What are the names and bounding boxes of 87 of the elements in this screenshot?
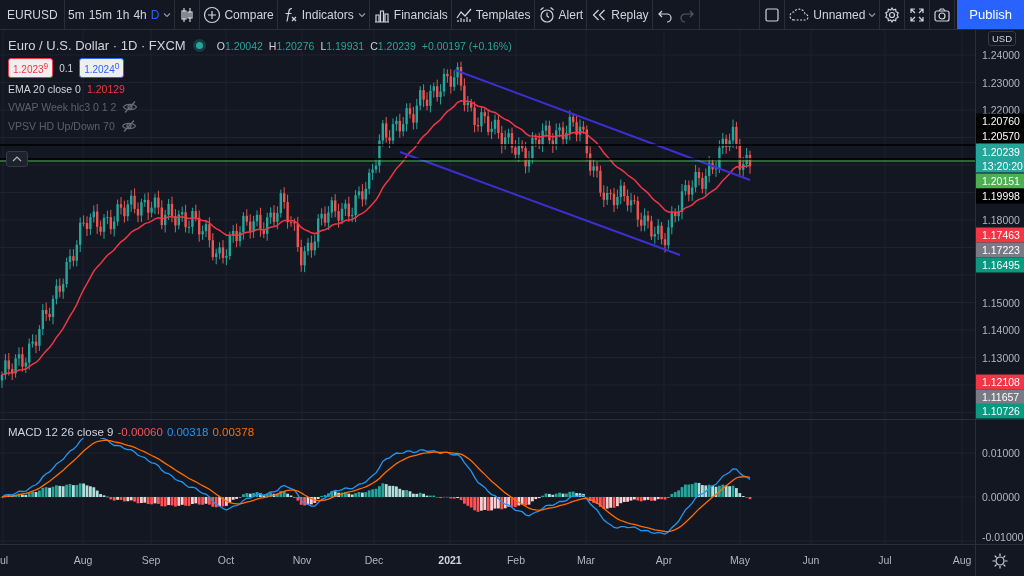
toolbar-button[interactable]: Indicators xyxy=(278,2,356,27)
price-label: 1.11657 xyxy=(976,389,1024,405)
market-status-icon xyxy=(195,42,203,49)
caret-icon xyxy=(868,11,877,18)
price-label: 1.20570 xyxy=(976,128,1024,144)
interval-button[interactable]: 15m xyxy=(86,4,114,25)
caret-icon xyxy=(357,11,366,18)
time-axis-label: Feb xyxy=(506,554,526,566)
caret-icon xyxy=(163,11,172,18)
buy-price-button[interactable]: 1.2024$^{0}$ xyxy=(79,58,125,79)
price-tick-label: 1.22000 xyxy=(982,104,1020,116)
study-value: 0.00378 xyxy=(212,426,255,438)
time-axis-label: Dec xyxy=(364,554,384,566)
time-axis-label: Jun xyxy=(802,554,820,566)
price-tick-label: 1.15000 xyxy=(982,296,1020,309)
macd-tick-label: 0.01000 xyxy=(982,447,1020,459)
last-price-label: 1.20239 13:20:20 xyxy=(976,143,1024,173)
time-axis-label: Aug xyxy=(952,554,972,566)
toolbar-button[interactable]: Templates xyxy=(452,2,533,27)
study-name: EMA 20 close 0 xyxy=(8,83,81,96)
price-label: 1.12108 xyxy=(976,374,1024,390)
time-axis-label: Oct xyxy=(217,554,235,566)
toolbar-button[interactable]: Alert xyxy=(535,2,586,27)
study-name: MACD 12 26 close 9 xyxy=(8,426,114,438)
price-tick-label: 1.23000 xyxy=(982,76,1020,89)
time-axis-label: Aug xyxy=(73,554,93,566)
interval-button[interactable]: 1h xyxy=(114,4,132,25)
eye-crossed-icon xyxy=(122,100,139,115)
ohlc-value: 1.20239 xyxy=(377,39,416,52)
price-tick-label: 1.14000 xyxy=(982,324,1020,336)
toolbar-button[interactable]: Financials xyxy=(370,2,450,27)
study-value: 0.00318 xyxy=(166,426,209,438)
camera-icon xyxy=(933,5,952,24)
cloud-icon xyxy=(788,6,811,23)
publish-button[interactable]: Publish xyxy=(957,0,1024,29)
interval-button[interactable]: 5m xyxy=(66,4,87,25)
study-name: VWAP Week hlc3 0 1 2 xyxy=(8,101,117,114)
study-name: VPSV HD Up/Down 70 xyxy=(8,120,115,133)
time-axis-label: 2021 xyxy=(438,554,462,566)
macd-tick-label: -0.01000 xyxy=(982,531,1024,543)
time-axis-label: Nov xyxy=(292,554,312,566)
study-value: 1.20129 xyxy=(86,83,125,96)
price-label: 1.20760 xyxy=(976,113,1024,129)
time-axis-label: Jul xyxy=(878,554,892,566)
fullscreen-icon xyxy=(908,5,927,24)
alarm-clock-icon xyxy=(537,5,556,24)
collapse-button[interactable] xyxy=(6,151,28,167)
price-change: +0.00197 (+0.16%) xyxy=(421,39,512,52)
currency-label[interactable]: USD xyxy=(988,31,1017,46)
price-label: 1.17223 xyxy=(976,242,1024,258)
ohlc-label: L xyxy=(320,39,327,52)
toolbar-button[interactable]: Replay xyxy=(588,2,651,27)
price-label: 1.19998 xyxy=(976,188,1024,204)
interval-button[interactable]: D xyxy=(148,4,162,25)
macd-tick-label: 0.00000 xyxy=(982,491,1020,503)
symbol-title: Euro / U.S. Dollar · 1D · FXCM xyxy=(8,38,186,53)
time-axis-label: Mar xyxy=(576,554,596,566)
ohlc-label: H xyxy=(268,39,277,52)
price-label: 1.10726 xyxy=(976,403,1024,419)
eye-crossed-icon xyxy=(120,119,137,134)
ohlc-value: 1.20042 xyxy=(224,39,263,52)
square-icon xyxy=(763,5,782,24)
study-value: -0.00060 xyxy=(117,426,163,438)
ohlc-label: O xyxy=(216,39,225,52)
price-tick-label: 1.18000 xyxy=(982,214,1020,226)
chevron-up-icon xyxy=(12,156,22,162)
time-axis-label: Apr xyxy=(655,554,673,566)
ohlc-value: 1.19931 xyxy=(326,39,365,52)
time-axis-label: ul xyxy=(0,554,9,566)
settings-icon xyxy=(883,5,902,24)
spread-value: 0.1 xyxy=(59,62,74,74)
countdown-timer: 13:20:20 xyxy=(982,158,1024,173)
price-label: 1.16495 xyxy=(976,257,1024,273)
plus-circle-icon xyxy=(203,5,222,24)
price-tick-label: 1.13000 xyxy=(982,351,1020,364)
symbol-search-button[interactable]: EURUSD xyxy=(1,4,63,25)
time-axis-label: Sep xyxy=(141,554,161,566)
time-axis-label: May xyxy=(730,554,750,566)
price-label: 1.20151 xyxy=(976,173,1024,189)
interval-button[interactable]: 4h xyxy=(131,4,149,25)
price-tick-label: 1.24000 xyxy=(982,49,1020,61)
sun-icon xyxy=(991,551,1009,570)
toolbar-button[interactable]: Compare xyxy=(201,2,276,27)
layout-name-button[interactable]: Unnamed xyxy=(786,3,879,26)
ohlc-label: C xyxy=(370,39,378,52)
ohlc-value: 1.20276 xyxy=(276,39,315,52)
price-label: 1.17463 xyxy=(976,227,1024,243)
